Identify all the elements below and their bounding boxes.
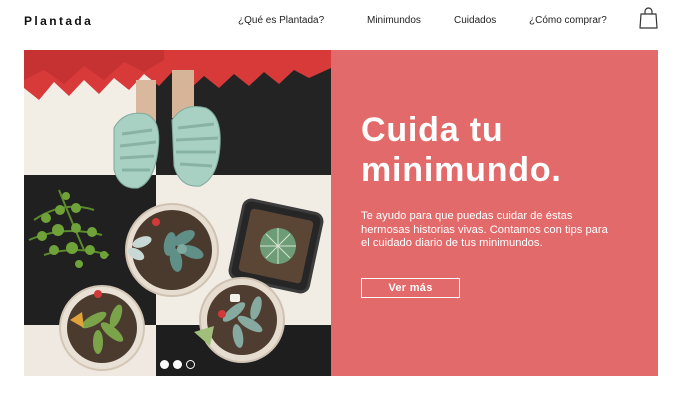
hero-photo-illustration	[24, 50, 331, 376]
hero-photo	[24, 50, 331, 376]
main-nav: ¿Qué es Plantada? Minimundos Cuidados ¿C…	[0, 15, 677, 29]
ver-mas-button[interactable]: Ver más	[361, 278, 460, 298]
nav-link-minimundos[interactable]: Minimundos	[367, 15, 421, 26]
hero-banner: Cuida tu minimundo. Te ayudo para que pu…	[24, 50, 658, 376]
site-header: Plantada ¿Qué es Plantada? Minimundos Cu…	[0, 0, 677, 46]
carousel-dot-1[interactable]	[160, 360, 169, 369]
nav-link-que-es-plantada[interactable]: ¿Qué es Plantada?	[238, 15, 324, 26]
hero-text-panel: Cuida tu minimundo. Te ayudo para que pu…	[331, 50, 658, 376]
hero-description: Te ayudo para que puedas cuidar de éstas…	[361, 210, 608, 249]
hero-title: Cuida tu minimundo.	[361, 111, 562, 189]
nav-link-cuidados[interactable]: Cuidados	[454, 15, 496, 26]
nav-link-como-comprar[interactable]: ¿Cómo comprar?	[529, 15, 607, 26]
carousel-dot-3[interactable]	[186, 360, 195, 369]
shopping-bag-icon[interactable]	[639, 7, 658, 29]
carousel-dot-2[interactable]	[173, 360, 182, 369]
